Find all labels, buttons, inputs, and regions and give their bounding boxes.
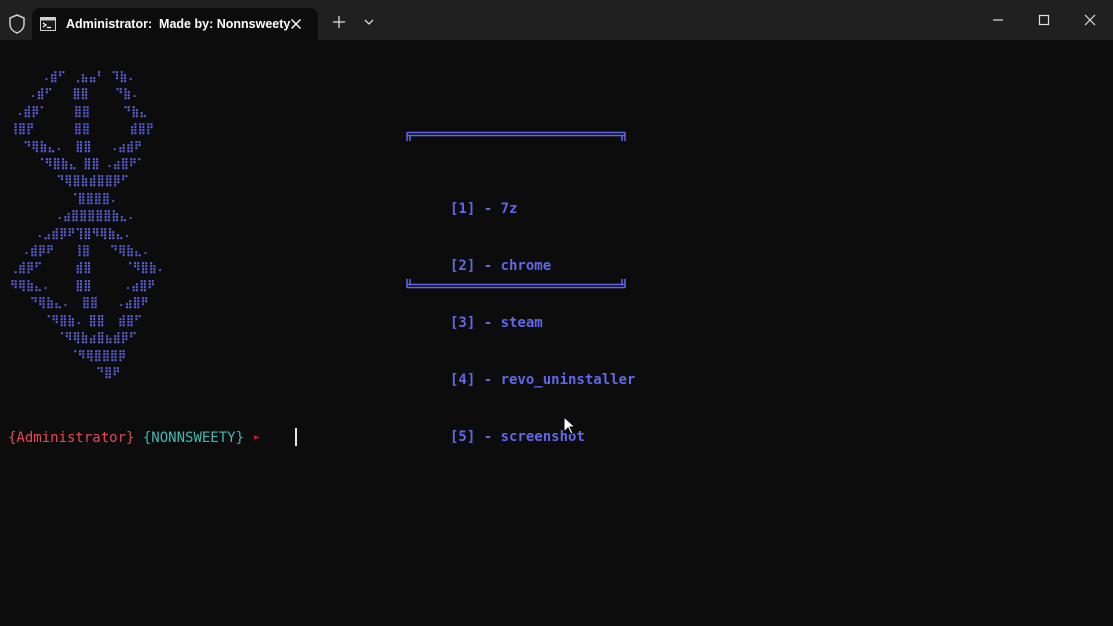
menu-list: [1] - 7z [2] - chrome [3] - steam [4] - … — [450, 162, 635, 485]
title-bar: Administrator: Made by: Nonnsweety — [0, 0, 1113, 40]
menu-item-screenshot: [5] - screenshot — [450, 429, 585, 445]
command-prompt[interactable]: {Administrator} {NONNSWEETY} ► — [8, 428, 260, 448]
menu-item-revo-uninstaller: [4] - revo_uninstaller — [450, 372, 636, 388]
close-icon — [1084, 14, 1096, 26]
tab-title: Administrator: Made by: Nonnsweety — [66, 17, 291, 31]
mouse-pointer-icon — [563, 415, 577, 436]
menu-frame-top — [406, 131, 626, 141]
window-close-button[interactable] — [1067, 0, 1113, 40]
plus-icon[interactable] — [329, 12, 349, 32]
terminal-window: Administrator: Made by: Nonnsweety .⣾⠋ ⢀… — [0, 0, 1113, 626]
ascii-art-logo: .⣾⠋ ⢀⣦⣤⠃ ⠹⣷. .⣾⠋ ⣿⣿ ⠙⣷. .⣾⡿⠁ ⣿⣿ ⠙⣷⣄ ⢸⣿⡟ … — [10, 70, 164, 379]
menu-item-steam: [3] - steam — [450, 315, 543, 331]
tab-terminal[interactable]: Administrator: Made by: Nonnsweety — [32, 8, 318, 40]
text-cursor — [295, 428, 297, 446]
shield-icon — [8, 14, 26, 34]
terminal-icon — [40, 16, 56, 31]
prompt-user: {Administrator} — [8, 430, 135, 446]
close-icon[interactable] — [288, 16, 304, 32]
minimize-icon — [993, 19, 1003, 21]
menu-item-7z: [1] - 7z — [450, 201, 518, 217]
minimize-button[interactable] — [975, 0, 1021, 40]
prompt-arrow-icon: ► — [254, 432, 261, 443]
maximize-icon — [1038, 14, 1050, 26]
menu-item-chrome: [2] - chrome — [450, 258, 552, 274]
prompt-host: {NONNSWEETY} — [142, 430, 245, 446]
maximize-button[interactable] — [1021, 0, 1067, 40]
chevron-down-icon[interactable] — [360, 14, 378, 30]
